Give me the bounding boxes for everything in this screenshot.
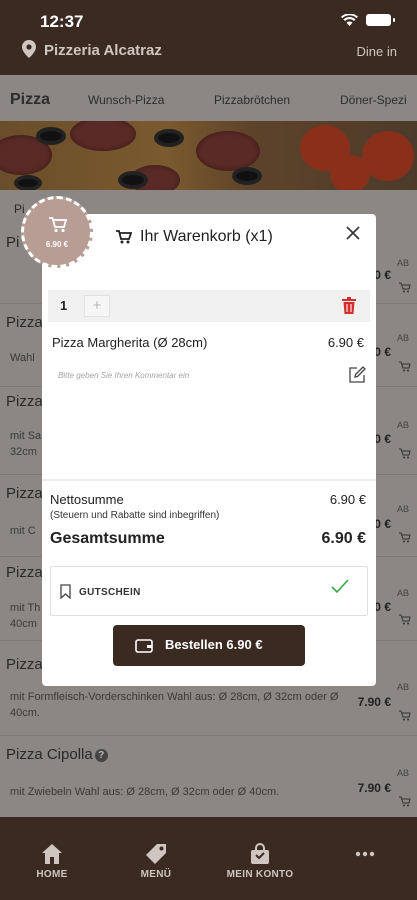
add-to-cart-icon[interactable] — [399, 282, 411, 293]
location-pin-icon — [22, 40, 36, 58]
restaurant-name: Pizzeria Alcatraz — [44, 42, 162, 59]
nav-menu[interactable]: MENÜ — [111, 843, 201, 880]
home-icon — [42, 844, 62, 864]
row-price: 7.90 € — [357, 781, 391, 795]
cart-item-price: 6.90 € — [327, 335, 364, 350]
row-description: mit C — [10, 525, 36, 537]
bag-icon — [251, 843, 269, 864]
category-banner-image — [0, 121, 417, 190]
row-title: Pi — [6, 234, 20, 251]
row-description: mit Th 40cm — [10, 602, 41, 630]
nav-my-account[interactable]: MEIN KONTO — [215, 843, 305, 880]
add-to-cart-icon[interactable] — [399, 361, 411, 372]
category-tabs: Pizza Wunsch-Pizza Pizzabrötchen Döner-S… — [0, 85, 417, 121]
location-bar[interactable]: Pizzeria Alcatraz Dine in — [0, 40, 417, 75]
battery-icon — [366, 14, 395, 26]
more-icon — [355, 851, 375, 857]
status-bar: 12:37 — [0, 0, 417, 40]
close-icon[interactable] — [346, 226, 360, 240]
voucher-label: GUTSCHEIN — [79, 587, 141, 598]
cart-title: Ihr Warenkorb (x1) — [140, 228, 273, 245]
item-quantity: 1 — [60, 298, 68, 313]
wallet-icon — [135, 639, 153, 653]
row-title: Pizza — [6, 314, 43, 331]
dine-in-toggle[interactable]: Dine in — [357, 44, 397, 59]
voucher-field[interactable]: GUTSCHEIN — [50, 566, 368, 616]
row-description: mit Formfleisch-Vorderschinken Wahl aus:… — [10, 691, 339, 719]
tab-pizza[interactable]: Pizza — [10, 91, 50, 109]
row-title: Pizza — [6, 564, 43, 581]
add-to-cart-icon[interactable] — [399, 448, 411, 459]
cart-icon — [116, 230, 132, 244]
grand-total-value: 6.90 € — [321, 530, 366, 547]
row-title: Pizza — [6, 393, 43, 410]
net-total-label: Nettosumme — [50, 492, 124, 507]
cart-item-controls: 1 + — [48, 290, 370, 322]
cart-modal: Ihr Warenkorb (x1) 1 + Pizza Margherita … — [42, 214, 376, 686]
row-title: Pizza Cipolla? — [6, 746, 108, 763]
status-time: 12:37 — [40, 12, 84, 31]
row-price-prefix: AB — [396, 333, 409, 343]
grand-total-label: Gesamtsumme — [50, 530, 165, 547]
order-button-label: Bestellen 6.90 € — [165, 637, 263, 652]
row-price: 7.90 € — [357, 695, 391, 709]
edit-icon[interactable] — [348, 366, 366, 384]
row-price-prefix: AB — [396, 682, 409, 692]
tax-note: (Steuern und Rabatte sind inbegriffen) — [50, 510, 220, 521]
row-description: mit Zwiebeln Wahl aus: Ø 28cm, Ø 32cm od… — [10, 786, 280, 798]
nav-home[interactable]: HOME — [7, 843, 97, 880]
info-icon[interactable]: ? — [94, 748, 108, 762]
comment-input[interactable]: Bitte geben Sie Ihren Kommentar ein — [58, 371, 189, 380]
row-description: Wahl — [10, 352, 35, 364]
nav-more[interactable] — [320, 843, 410, 865]
cart-item-name: Pizza Margherita (Ø 28cm) — [52, 335, 208, 350]
row-price-prefix: AB — [396, 504, 409, 514]
row-description: mit Sa 32cm — [10, 430, 42, 458]
section-label: Pi — [14, 202, 25, 216]
row-title: Pizza — [6, 656, 43, 673]
add-to-cart-icon[interactable] — [399, 710, 411, 721]
trash-icon[interactable] — [342, 297, 356, 314]
tab-doener-spezi[interactable]: Döner-Spezi — [340, 93, 407, 107]
order-button[interactable]: Bestellen 6.90 € — [113, 625, 305, 666]
cart-icon — [49, 217, 67, 233]
row-price-prefix: AB — [396, 258, 409, 268]
row-price-prefix: AB — [396, 420, 409, 430]
cart-badge[interactable]: 6.90 € — [21, 196, 93, 268]
cart-badge-price: 6.90 € — [45, 240, 69, 249]
tab-pizzabroetchen[interactable]: Pizzabrötchen — [214, 93, 290, 107]
add-to-cart-icon[interactable] — [399, 532, 411, 543]
tag-icon — [146, 844, 166, 864]
bottom-nav: HOME MENÜ MEIN KONTO — [0, 817, 417, 900]
row-title: Pizza — [6, 485, 43, 502]
wifi-icon — [341, 14, 358, 26]
add-to-cart-icon[interactable] — [399, 796, 411, 807]
check-icon[interactable] — [331, 579, 349, 595]
divider — [42, 479, 376, 481]
net-total-value: 6.90 € — [329, 492, 366, 507]
add-to-cart-icon[interactable] — [399, 614, 411, 625]
tab-wunsch-pizza[interactable]: Wunsch-Pizza — [88, 93, 164, 107]
row-price-prefix: AB — [396, 588, 409, 598]
bookmark-icon — [60, 584, 71, 599]
row-price-prefix: AB — [396, 768, 409, 778]
increase-quantity-button[interactable]: + — [84, 295, 110, 317]
